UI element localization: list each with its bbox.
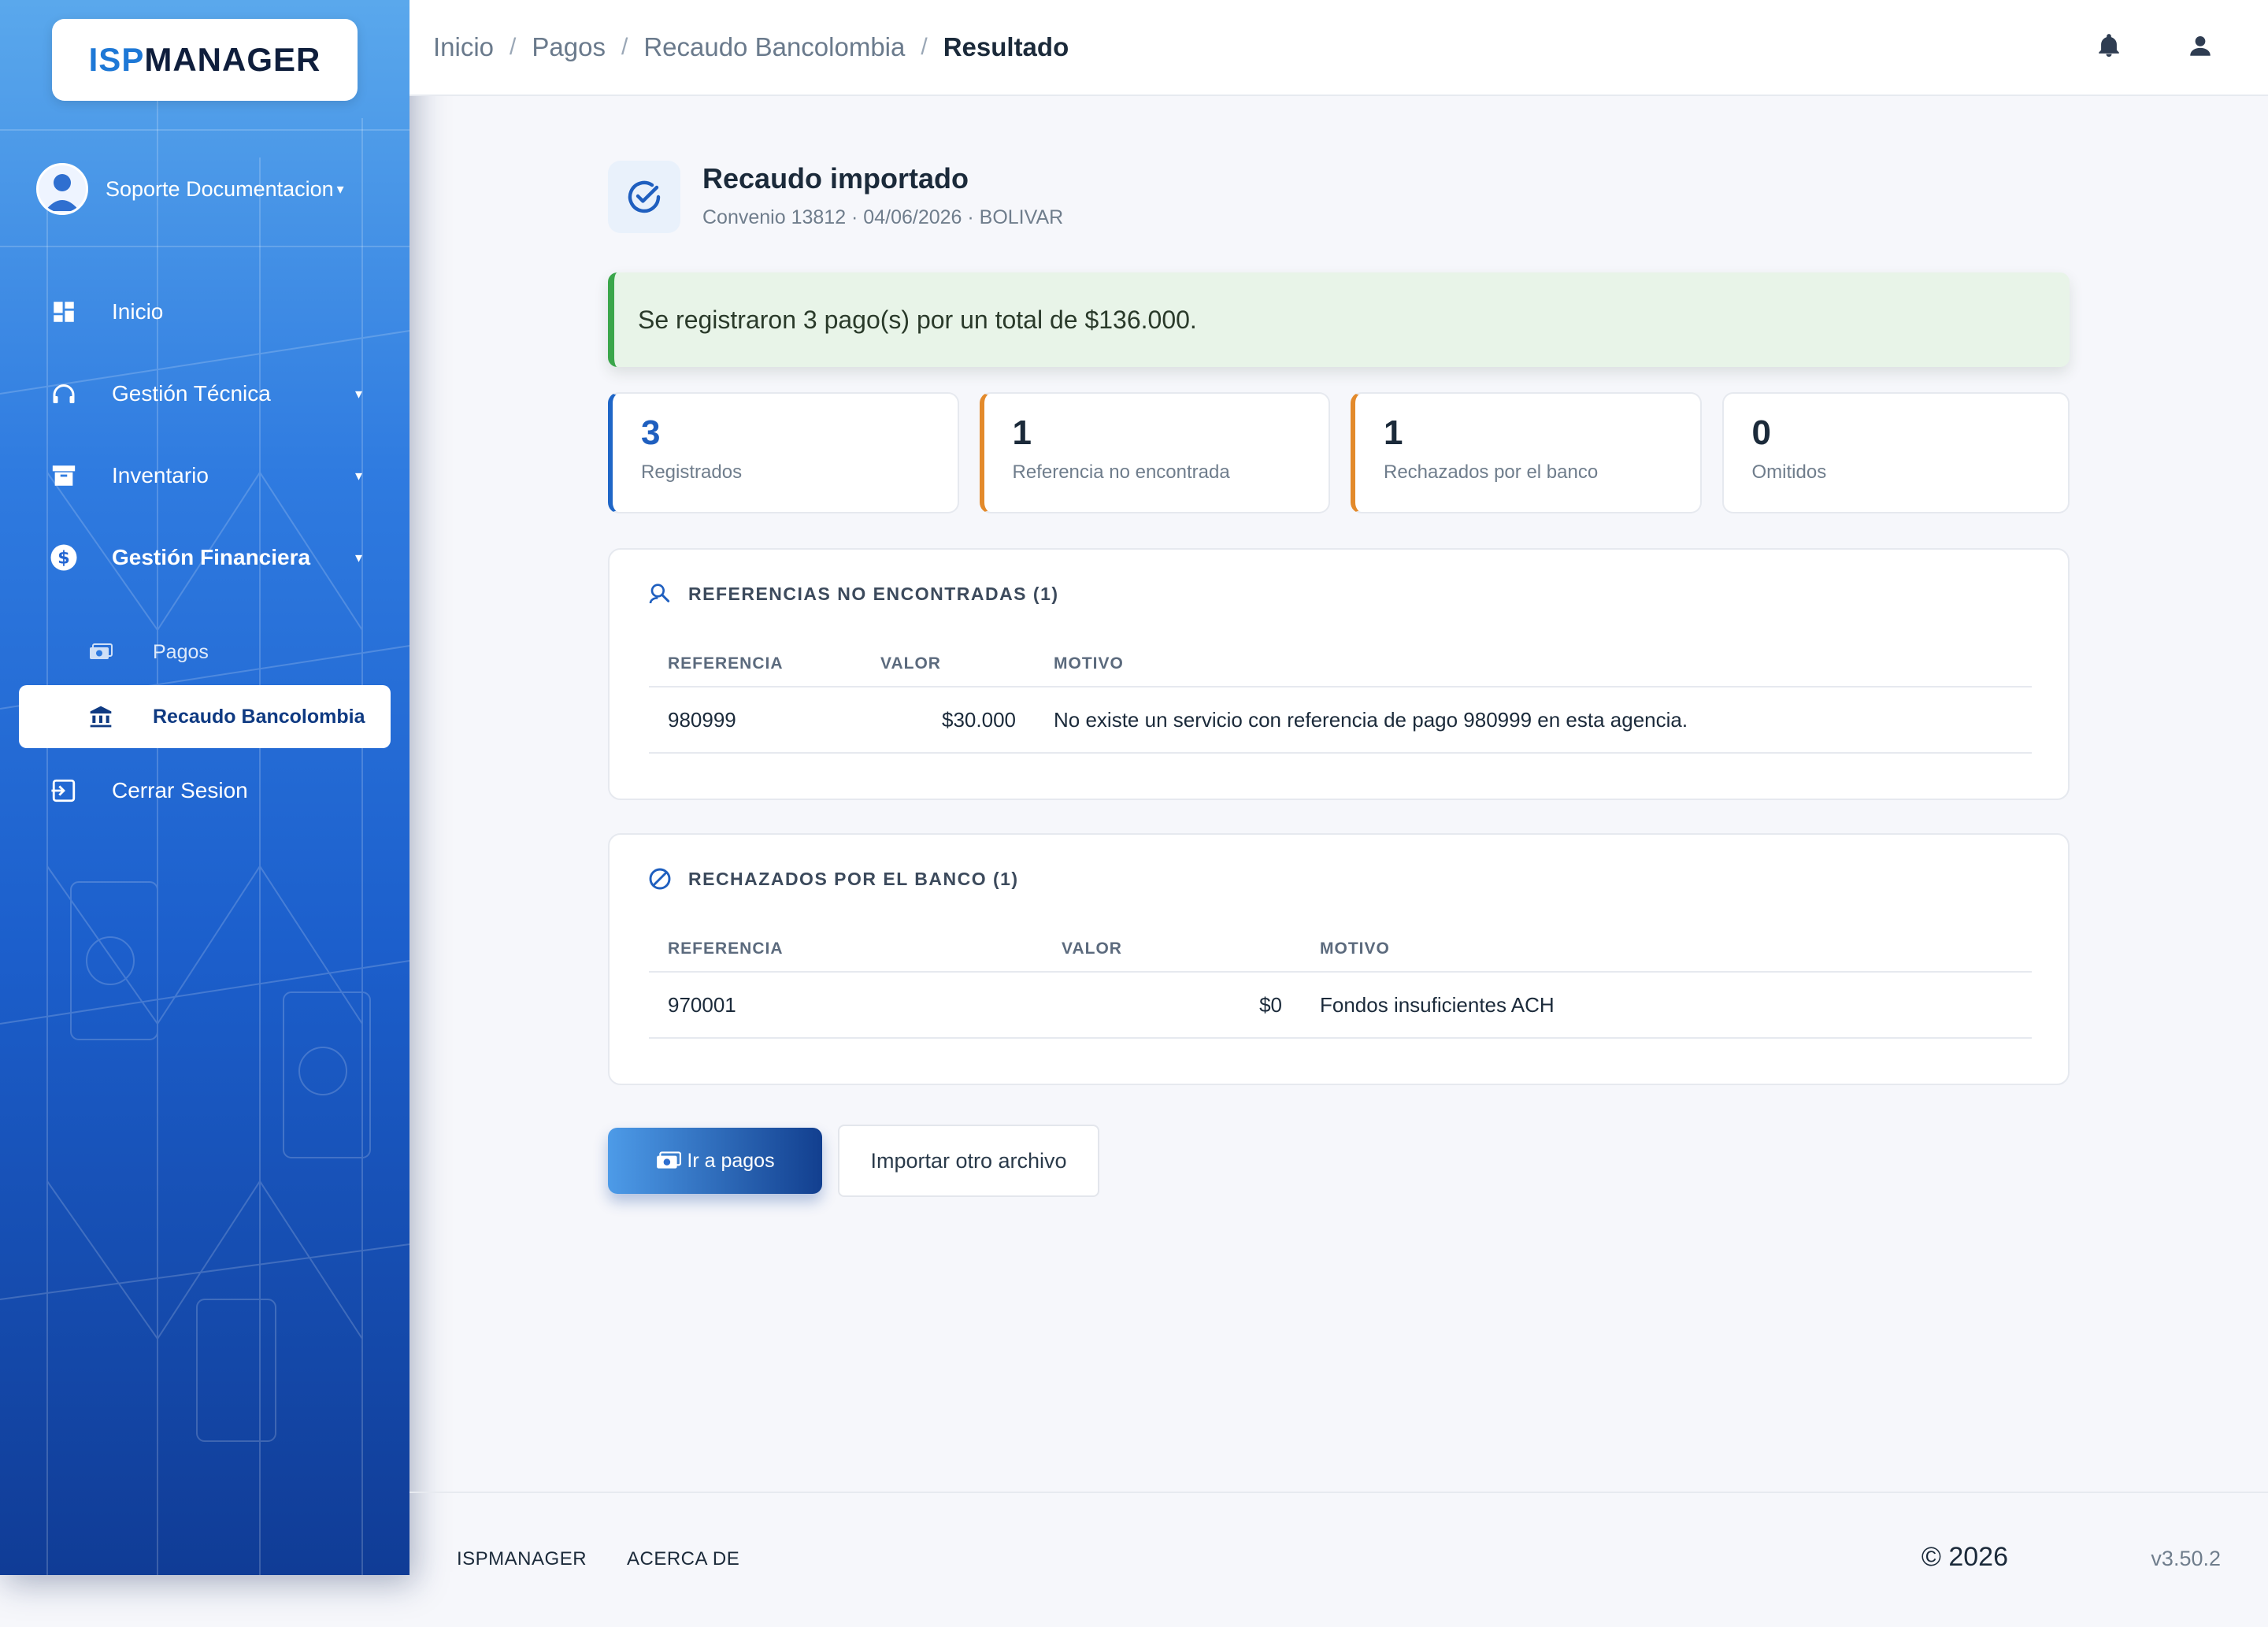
stat-card-referencia-no-encontrada: 1 Referencia no encontrada xyxy=(979,392,1330,513)
user-avatar-icon xyxy=(45,174,80,211)
footer-link-ispmanager[interactable]: ISPMANAGER xyxy=(457,1548,587,1570)
stat-label: Rechazados por el banco xyxy=(1384,461,1599,484)
success-alert: Se registraron 3 pago(s) por un total de… xyxy=(608,272,2070,367)
breadcrumb-item[interactable]: Pagos xyxy=(532,32,606,62)
import-another-file-button[interactable]: Importar otro archivo xyxy=(838,1125,1099,1197)
bell-icon[interactable] xyxy=(2093,30,2125,61)
stats-row: 3 Registrados 1 Referencia no encontrada… xyxy=(608,392,2070,513)
panel-title-text: RECHAZADOS POR EL BANCO (1) xyxy=(688,868,1019,889)
sidebar-item-gestion-tecnica[interactable]: Gestión Técnica ▾ xyxy=(47,369,378,419)
stat-value: 0 xyxy=(1751,413,1771,452)
block-icon xyxy=(647,866,674,891)
breadcrumb-separator: / xyxy=(621,34,628,60)
sidebar-item-label: Gestión Técnica xyxy=(112,381,271,406)
sidebar-item-label: Inicio xyxy=(112,299,164,324)
user-menu[interactable]: Soporte Documentacion ▾ xyxy=(36,161,383,217)
column-header: REFERENCIA xyxy=(649,641,862,687)
headset-icon xyxy=(47,377,80,410)
sidebar-subitem-label: Pagos xyxy=(153,640,209,663)
stat-label: Registrados xyxy=(641,461,743,484)
logo-manager-text: MANAGER xyxy=(144,41,321,78)
panel-title: RECHAZADOS POR EL BANCO (1) xyxy=(647,866,1019,891)
rejected-panel: RECHAZADOS POR EL BANCO (1) REFERENCIA V… xyxy=(608,833,2070,1085)
sidebar-divider xyxy=(0,246,410,247)
footer: ISPMANAGER ACERCA DE © 2026 v3.50.2 xyxy=(410,1492,2268,1627)
column-header: MOTIVO xyxy=(1035,641,2032,687)
cell-referencia: 970001 xyxy=(649,972,1043,1039)
page-title: Recaudo importado xyxy=(702,162,969,195)
table-row: 970001 $0 Fondos insuficientes ACH xyxy=(649,972,2032,1039)
dollar-icon: $ xyxy=(47,541,80,574)
footer-link-acerca-de[interactable]: ACERCA DE xyxy=(627,1548,739,1570)
bank-icon xyxy=(87,704,115,729)
stat-card-omitidos: 0 Omitidos xyxy=(1721,392,2070,513)
rejected-table: REFERENCIA VALOR MOTIVO 970001 $0 Fondos… xyxy=(649,926,2032,1039)
sidebar: ISPMANAGER Soporte Documentacion ▾ Inici… xyxy=(0,0,410,1575)
check-circle-icon xyxy=(608,161,680,233)
payments-icon xyxy=(87,643,115,662)
breadcrumb-separator: / xyxy=(510,34,517,60)
archive-icon xyxy=(47,459,80,492)
panel-title-text: REFERENCIAS NO ENCONTRADAS (1) xyxy=(688,583,1059,604)
stat-value: 1 xyxy=(1012,413,1032,452)
success-alert-text: Se registraron 3 pago(s) por un total de… xyxy=(638,305,1197,334)
sidebar-item-label: Inventario xyxy=(112,463,209,487)
sidebar-item-gestion-financiera[interactable]: $ Gestión Financiera ▾ xyxy=(47,532,378,583)
app-logo[interactable]: ISPMANAGER xyxy=(52,19,358,101)
chevron-down-icon: ▾ xyxy=(336,180,344,197)
sidebar-item-cerrar-sesion[interactable]: Cerrar Sesion xyxy=(47,765,378,816)
sidebar-subitem-label: Recaudo Bancolombia xyxy=(153,705,365,728)
result-header: Recaudo importado Convenio 13812 · 04/06… xyxy=(608,161,1063,233)
stat-label: Referencia no encontrada xyxy=(1012,461,1230,484)
svg-text:$: $ xyxy=(57,548,70,569)
search-person-icon xyxy=(647,581,674,606)
cell-valor: $30.000 xyxy=(862,687,1035,754)
footer-version: v3.50.2 xyxy=(2151,1547,2221,1570)
logout-icon xyxy=(47,774,80,807)
page-subtitle: Convenio 13812 · 04/06/2026 · BOLIVAR xyxy=(702,206,1064,228)
user-icon[interactable] xyxy=(2185,30,2216,61)
stat-value: 3 xyxy=(641,413,661,452)
stat-value: 1 xyxy=(1384,413,1403,452)
logo-isp-text: ISP xyxy=(88,41,145,78)
column-header: VALOR xyxy=(862,641,1035,687)
sidebar-item-label: Gestión Financiera xyxy=(112,545,311,569)
stat-label: Omitidos xyxy=(1751,461,1827,484)
go-to-payments-button[interactable]: Ir a pagos xyxy=(608,1128,822,1194)
not-found-table: REFERENCIA VALOR MOTIVO 980999 $30.000 N… xyxy=(649,641,2032,754)
stat-card-registrados: 3 Registrados xyxy=(608,392,959,513)
user-name: Soporte Documentacion xyxy=(106,176,334,201)
not-found-panel: REFERENCIAS NO ENCONTRADAS (1) REFERENCI… xyxy=(608,548,2070,800)
breadcrumb-current: Resultado xyxy=(943,32,1069,61)
table-row: 980999 $30.000 No existe un servicio con… xyxy=(649,687,2032,754)
sidebar-subitem-recaudo-bancolombia[interactable]: Recaudo Bancolombia xyxy=(19,685,391,748)
go-to-payments-label: Ir a pagos xyxy=(687,1149,775,1172)
avatar xyxy=(36,163,88,215)
column-header: VALOR xyxy=(1043,926,1301,973)
sidebar-divider xyxy=(0,129,410,131)
breadcrumb: Inicio / Pagos / Recaudo Bancolombia / R… xyxy=(433,32,1069,62)
topbar: Inicio / Pagos / Recaudo Bancolombia / R… xyxy=(410,0,2268,96)
breadcrumb-item[interactable]: Inicio xyxy=(433,32,494,62)
sidebar-item-label: Cerrar Sesion xyxy=(112,778,248,802)
sidebar-subitem-pagos[interactable]: Pagos xyxy=(87,630,209,674)
breadcrumb-separator: / xyxy=(921,34,928,60)
chevron-up-icon: ▾ xyxy=(354,549,362,565)
dashboard-icon xyxy=(47,295,80,328)
stat-card-rechazados: 1 Rechazados por el banco xyxy=(1351,392,1702,513)
column-header: REFERENCIA xyxy=(649,926,1043,973)
sidebar-item-inventario[interactable]: Inventario ▾ xyxy=(47,450,378,501)
chevron-down-icon: ▾ xyxy=(354,385,362,402)
breadcrumb-item[interactable]: Recaudo Bancolombia xyxy=(643,32,905,62)
payments-icon xyxy=(655,1151,682,1171)
panel-title: REFERENCIAS NO ENCONTRADAS (1) xyxy=(647,581,1059,606)
cell-motivo: Fondos insuficientes ACH xyxy=(1301,972,2032,1039)
sidebar-item-inicio[interactable]: Inicio xyxy=(47,287,378,337)
column-header: MOTIVO xyxy=(1301,926,2032,973)
chevron-down-icon: ▾ xyxy=(354,467,362,484)
cell-valor: $0 xyxy=(1043,972,1301,1039)
footer-copyright: © 2026 xyxy=(1921,1542,2008,1572)
cell-motivo: No existe un servicio con referencia de … xyxy=(1035,687,2032,754)
cell-referencia: 980999 xyxy=(649,687,862,754)
